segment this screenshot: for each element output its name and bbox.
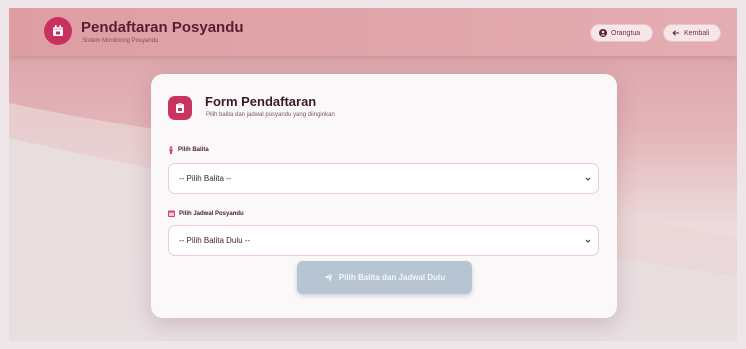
child-icon bbox=[169, 146, 173, 154]
app-title: Pendaftaran Posyandu bbox=[81, 19, 244, 36]
clipboard-icon bbox=[168, 96, 192, 120]
form-title: Form Pendaftaran bbox=[205, 94, 317, 109]
arrow-left-icon bbox=[672, 30, 679, 36]
submit-label: Pilih Balita dan Jadwal Dulu bbox=[338, 273, 446, 282]
app-subtitle: Sistem Monitoring Posyandu bbox=[82, 38, 159, 44]
balita-select[interactable]: -- Pilih Balita -- bbox=[168, 163, 599, 194]
balita-label-text: Pilih Balita bbox=[178, 147, 209, 153]
user-role-button[interactable]: Orangtua bbox=[590, 24, 653, 42]
chevron-down-icon bbox=[585, 177, 591, 181]
chevron-down-icon bbox=[585, 239, 591, 243]
jadwal-field-label: Pilih Jadwal Posyandu bbox=[168, 210, 244, 217]
balita-select-value: -- Pilih Balita -- bbox=[179, 174, 232, 183]
back-button[interactable]: Kembali bbox=[663, 24, 721, 42]
user-role-label: Orangtua bbox=[611, 29, 641, 37]
jadwal-select[interactable]: -- Pilih Balita Dulu -- bbox=[168, 225, 599, 256]
balita-field-label: Pilih Balita bbox=[168, 146, 209, 154]
submit-button[interactable]: Pilih Balita dan Jadwal Dulu bbox=[297, 261, 472, 294]
paper-plane-icon bbox=[324, 273, 333, 282]
calendar-icon bbox=[168, 210, 175, 217]
user-circle-icon bbox=[599, 29, 607, 37]
page: Pendaftaran Posyandu Sistem Monitoring P… bbox=[9, 8, 737, 341]
calendar-icon bbox=[44, 17, 72, 45]
jadwal-label-text: Pilih Jadwal Posyandu bbox=[179, 210, 244, 217]
back-label: Kembali bbox=[684, 29, 710, 37]
jadwal-select-value: -- Pilih Balita Dulu -- bbox=[179, 236, 251, 245]
form-subtitle: Pilih balita dan jadwal posyandu yang di… bbox=[206, 112, 335, 118]
top-header: Pendaftaran Posyandu Sistem Monitoring P… bbox=[9, 8, 737, 56]
registration-form-card: Form Pendaftaran Pilih balita dan jadwal… bbox=[151, 74, 617, 318]
